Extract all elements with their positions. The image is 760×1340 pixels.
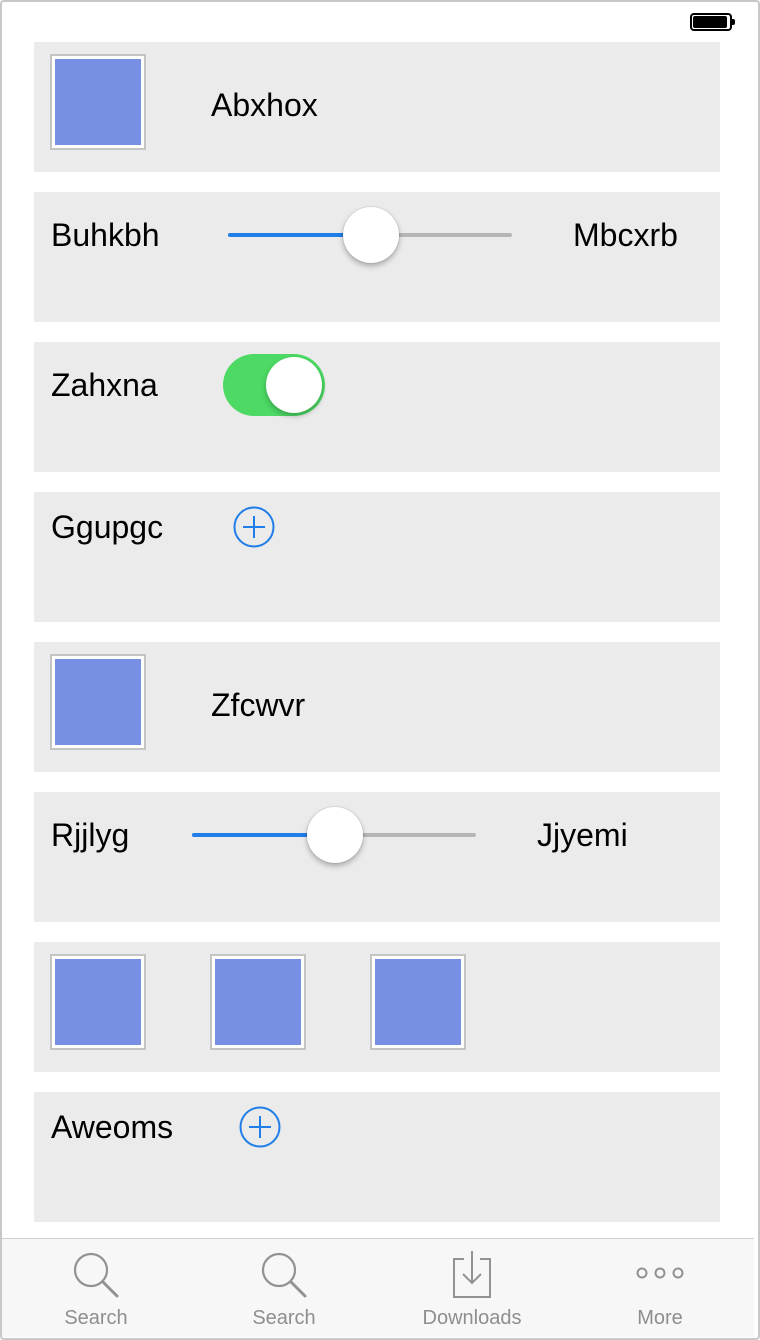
add-row-aweoms: Aweoms — [34, 1092, 720, 1222]
slider-max-label: Jjyemi — [537, 817, 628, 853]
plus-circle-icon[interactable] — [233, 506, 275, 548]
gallery-image-3[interactable] — [370, 954, 466, 1050]
gallery-image-2[interactable] — [210, 954, 306, 1050]
slider[interactable] — [228, 205, 512, 265]
toggle-switch[interactable] — [223, 354, 325, 416]
slider-thumb[interactable] — [343, 207, 399, 263]
row-label: Abxhox — [211, 87, 318, 123]
row-label: Aweoms — [51, 1109, 174, 1145]
row-label: Zahxna — [51, 367, 158, 403]
slider-min-label: Buhkbh — [51, 217, 160, 253]
image-thumbnail[interactable] — [50, 54, 146, 150]
image-thumbnail[interactable] — [50, 654, 146, 750]
slider[interactable] — [192, 805, 476, 865]
tab-search-1[interactable]: Search — [2, 1239, 190, 1337]
toggle-knob — [266, 357, 322, 413]
tab-label: Search — [252, 1307, 316, 1329]
image-row-abxhox: Abxhox — [34, 42, 720, 172]
tab-label: More — [637, 1307, 683, 1329]
search-icon — [73, 1252, 119, 1298]
row-label: Zfcwvr — [211, 687, 306, 723]
more-icon — [636, 1267, 684, 1279]
image-gallery-row — [34, 942, 720, 1072]
tab-bar: Search Search Downloads More — [2, 1238, 754, 1337]
tab-label: Search — [64, 1307, 128, 1329]
add-row-ggupgc: Ggupgc — [34, 492, 720, 622]
tab-more[interactable]: More — [566, 1239, 754, 1337]
row-label: Ggupgc — [51, 509, 164, 545]
download-icon — [453, 1251, 491, 1298]
plus-circle-icon[interactable] — [239, 1106, 281, 1148]
tab-search-2[interactable]: Search — [190, 1239, 378, 1337]
tab-downloads[interactable]: Downloads — [378, 1239, 566, 1337]
gallery-image-1[interactable] — [50, 954, 146, 1050]
toggle-row-zahxna: Zahxna — [34, 342, 720, 472]
battery-icon — [690, 13, 735, 31]
slider-thumb[interactable] — [307, 807, 363, 863]
slider-row-buhkbh: Buhkbh Mbcxrb — [34, 192, 720, 322]
image-row-zfcwvr: Zfcwvr — [34, 642, 720, 772]
slider-row-rjjlyg: Rjjlyg Jjyemi — [34, 792, 720, 922]
tab-label: Downloads — [422, 1307, 522, 1329]
slider-max-label: Mbcxrb — [573, 217, 678, 253]
search-icon — [261, 1252, 307, 1298]
slider-min-label: Rjjlyg — [51, 817, 130, 853]
